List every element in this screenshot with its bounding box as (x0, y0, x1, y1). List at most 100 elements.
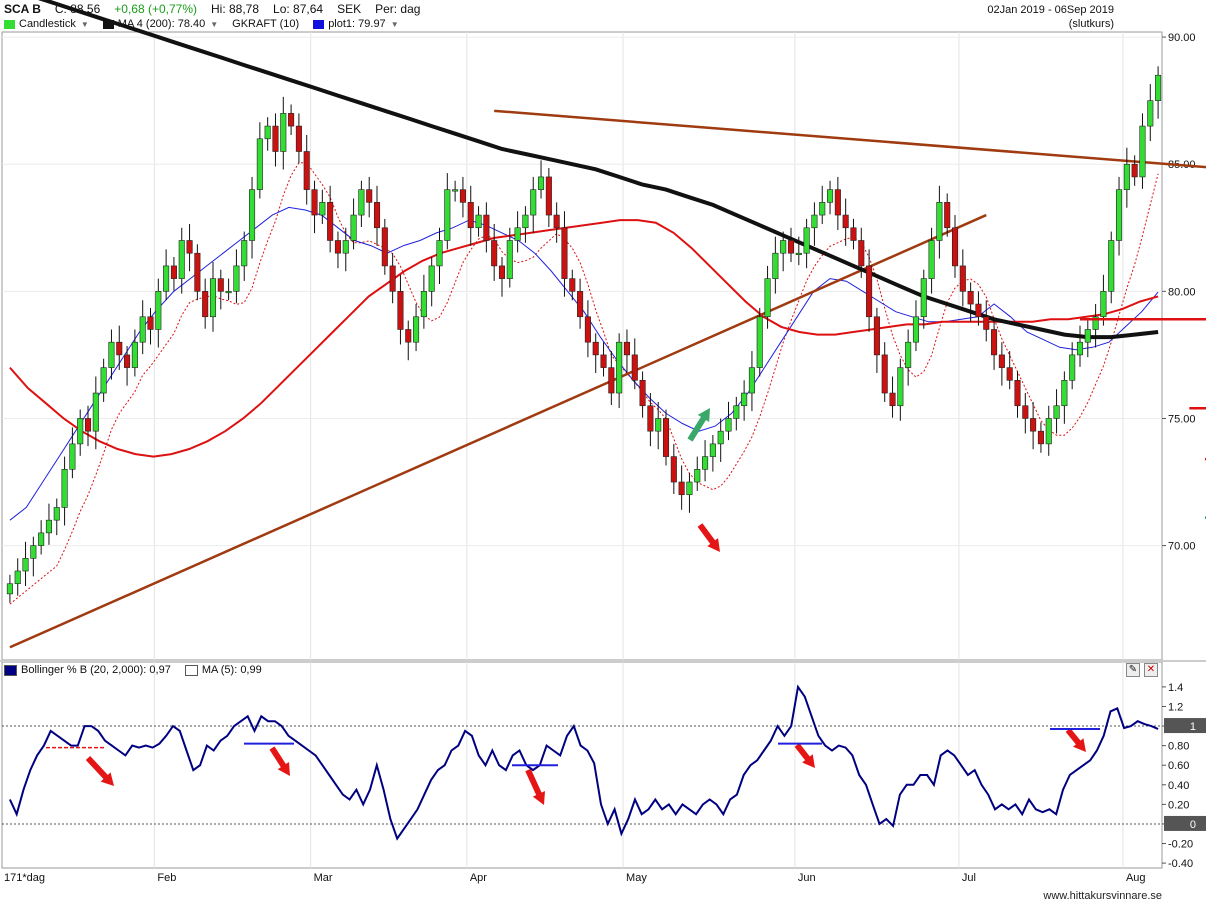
candle-body (514, 227, 521, 241)
candle-body (295, 125, 302, 152)
candle-body (1030, 418, 1037, 432)
candle-body (553, 214, 560, 229)
candle-body (1045, 418, 1052, 445)
candle-body (303, 151, 310, 190)
candle-body (795, 252, 802, 255)
candle-body (311, 189, 318, 216)
legend-pctb-ma[interactable]: MA (5): 0,99 (184, 664, 262, 676)
pctb-tick-label: 0 (1190, 819, 1196, 831)
month-tick-label: Feb (157, 872, 176, 884)
candle-body (14, 570, 21, 585)
candle-body (842, 214, 849, 229)
candle-body (655, 418, 662, 432)
candle-body (873, 316, 880, 356)
candle-body (381, 227, 388, 267)
candle-body (1053, 405, 1060, 419)
candle-body (452, 189, 459, 192)
candle-body (709, 443, 716, 457)
pctb-tick-label: 0.40 (1168, 780, 1189, 792)
candle-body (163, 265, 170, 292)
candle-body (1147, 100, 1154, 127)
candle-body (827, 189, 834, 203)
candle-body (764, 278, 771, 318)
candle-body (608, 367, 615, 394)
candle-body (780, 240, 787, 254)
candle-body (983, 316, 990, 330)
candle-body (905, 341, 912, 368)
pctb-axis: 1.4 1.2 10.80 0.60 0.40 0.200 -0.20 -0.40 (1162, 682, 1206, 870)
candle-body (920, 278, 927, 318)
price-tick-label: 70.00 (1168, 541, 1196, 553)
pctb-tick-label: 0.80 (1168, 741, 1189, 753)
candle-body (1076, 341, 1084, 356)
price-tick-label: 90.00 (1168, 32, 1196, 44)
pctb-tick-label: -0.20 (1168, 839, 1193, 851)
candle-body (545, 176, 552, 216)
candle-body (147, 316, 154, 330)
candle-body (108, 341, 115, 368)
candle-body (975, 303, 982, 318)
chart-frame (0, 31, 1206, 869)
candle-body (944, 202, 951, 229)
candle-body (1131, 163, 1138, 178)
candle-body (1155, 74, 1162, 101)
candle-body (647, 405, 654, 432)
candle-body (319, 202, 326, 216)
legend-swatch-icon (184, 664, 198, 676)
candle-body (725, 418, 732, 432)
pctb-tick-label: 1.2 (1168, 701, 1183, 713)
candle-body (584, 316, 591, 343)
pctb-tick-label: 1 (1190, 721, 1196, 733)
candle-body (756, 316, 763, 368)
candle-body (678, 481, 685, 496)
legend-pctb[interactable]: Bollinger % B (20, 2,000): 0,97 (4, 664, 171, 676)
candle-body (538, 176, 545, 190)
candle-body (186, 240, 193, 254)
pctb-ref-box (1164, 718, 1206, 734)
candle-body (858, 240, 865, 267)
candle-body (1037, 430, 1044, 445)
candle-body (256, 138, 263, 190)
candle-body (194, 252, 201, 292)
candle-body (77, 418, 84, 445)
month-axis: FebMarAprMayJunJulAugSep (157, 872, 1146, 884)
candle-body (413, 316, 420, 343)
indicator-legend: Bollinger % B (20, 2,000): 0,97 MA (5): … (4, 664, 262, 676)
candle-body (522, 214, 529, 229)
candle-body (6, 583, 13, 595)
candle-body (373, 202, 381, 229)
candle-body (155, 291, 162, 330)
wrench-icon[interactable]: ✎ (1126, 663, 1140, 677)
candle-body (202, 291, 209, 318)
candle-body (616, 341, 623, 394)
candle-body (1069, 354, 1076, 381)
candle-body (249, 189, 256, 241)
candle-body (1084, 329, 1091, 343)
month-tick-label: Jun (798, 872, 816, 884)
legend-swatch-icon (4, 664, 17, 676)
month-tick-label: Aug (1126, 872, 1146, 884)
candle-body (959, 265, 966, 292)
price-tick-label: 80.00 (1168, 286, 1196, 298)
candle-body (694, 469, 701, 483)
indicator-label: Bollinger % B (20, 2,000): 0,97 (21, 664, 171, 676)
candle-body (623, 341, 630, 356)
candle-body (30, 545, 37, 559)
candle-body (397, 291, 404, 330)
candle-body (436, 240, 443, 267)
candle-body (405, 329, 412, 343)
price-chart[interactable]: 90.0085.0080.0075.0070.00 1.41.210.800.6… (0, 0, 1206, 902)
candle-body (733, 405, 740, 419)
candle-body (225, 291, 232, 294)
candle-body (1061, 380, 1068, 407)
candle-body (444, 189, 451, 241)
candle-body (686, 481, 693, 496)
candle-body (69, 443, 76, 470)
close-icon[interactable]: ✕ (1144, 663, 1158, 677)
candle-body (850, 227, 857, 241)
candle-body (592, 341, 599, 356)
candle-body (92, 392, 99, 432)
candle-body (577, 291, 584, 318)
candle-body (1014, 380, 1021, 407)
pctb-tick-label: 0.60 (1168, 760, 1189, 772)
